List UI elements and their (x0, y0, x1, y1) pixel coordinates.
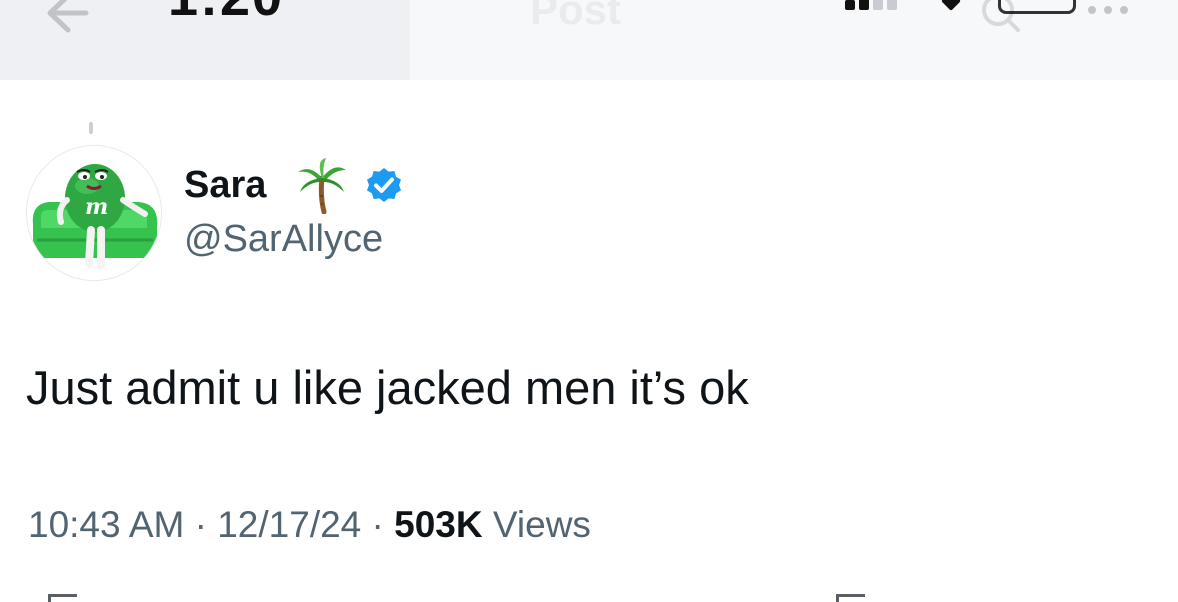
palm-tree-icon (298, 158, 346, 214)
top-bar: 1:20 Post (0, 0, 1178, 80)
action-icon-partial[interactable] (48, 594, 77, 602)
post-text: Just admit u like jacked men it’s ok (26, 361, 749, 414)
post-date[interactable]: 12/17/24 (217, 504, 361, 545)
meta-separator: · (371, 504, 384, 545)
search-icon[interactable] (978, 0, 1022, 34)
post-time[interactable]: 10:43 AM (28, 504, 184, 545)
page-title: Post (530, 0, 622, 33)
author-handle[interactable]: @SarAllyce (184, 216, 383, 262)
views-label: Views (492, 504, 591, 545)
wifi-icon (941, 0, 961, 11)
thread-connector (89, 122, 93, 134)
avatar[interactable]: m (26, 145, 162, 281)
meta-separator: · (194, 504, 207, 545)
svg-text:m: m (85, 194, 108, 220)
views-count[interactable]: 503K (394, 504, 482, 545)
cellular-signal-icon (845, 0, 897, 10)
back-arrow-icon[interactable] (38, 0, 92, 40)
avatar-image: m (27, 146, 161, 280)
more-icon[interactable] (1088, 6, 1128, 14)
verified-badge-icon (367, 168, 401, 202)
post-meta: 10:43 AM · 12/17/24 · 503K Views (28, 502, 591, 548)
action-icon-partial[interactable] (836, 594, 865, 602)
status-time: 1:20 (168, 0, 284, 28)
author-display-name[interactable]: Sara (184, 163, 266, 207)
